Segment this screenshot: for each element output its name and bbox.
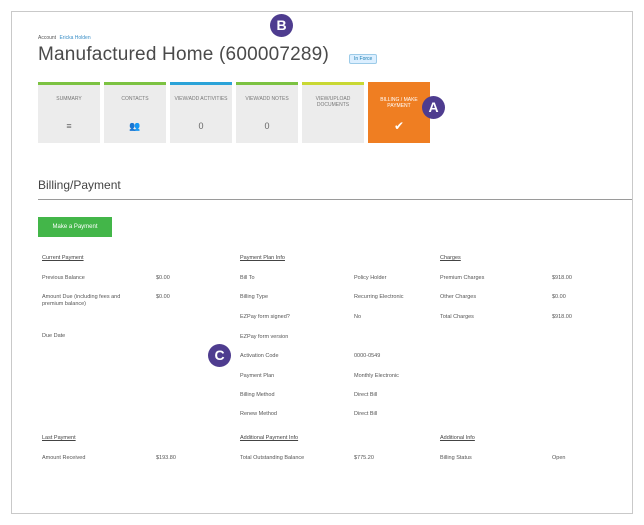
payment-plan-label: Renew Method	[240, 411, 277, 417]
payment-plan-label: Billing Type	[240, 294, 269, 300]
section-divider	[38, 199, 632, 200]
tile-documents-label: View/Upload Documents	[315, 96, 351, 108]
status-badge: In Force	[349, 54, 378, 64]
section-title: Billing/Payment	[38, 178, 121, 192]
tile-accent-bar	[368, 82, 430, 85]
tile-accent-bar	[302, 82, 364, 85]
payment-plan-label: EZPay form signed?	[240, 314, 290, 320]
charges-value: $918.00	[552, 275, 572, 281]
additional-payment-heading: Additional Payment Info	[240, 435, 299, 441]
current-payment-label: Due Date	[42, 333, 66, 339]
payment-plan-value: No	[354, 314, 362, 320]
callout-marker-a: A	[422, 96, 445, 119]
additional-payment-value: $775.20	[354, 455, 374, 461]
last-payment-value: $193.80	[156, 455, 176, 461]
tile-summary[interactable]: Summary ≡	[38, 82, 100, 143]
tile-contacts-label: Contacts	[121, 96, 149, 102]
current-payment-label: Previous Balance	[42, 275, 85, 281]
charges-label: Other Charges	[440, 294, 477, 300]
current-payment-label: Amount Due (including fees and premium b…	[42, 294, 121, 307]
tile-accent-bar	[104, 82, 166, 85]
tile-documents[interactable]: View/Upload Documents	[302, 82, 364, 143]
page-title: Manufactured Home (600007289)	[38, 44, 329, 65]
tile-summary-label: Summary	[56, 96, 82, 102]
payment-plan-value: Direct Bill	[354, 411, 378, 417]
charges-heading: Charges	[440, 255, 461, 261]
payment-plan-label: Activation Code	[240, 353, 279, 359]
tile-activities[interactable]: View/Add Activities 0	[170, 82, 232, 143]
charges-value: $918.00	[552, 314, 572, 320]
payment-plan-label: EZPay form version	[240, 334, 289, 340]
charges-label: Premium Charges	[440, 275, 485, 281]
payment-plan-label: Bill To	[240, 275, 255, 281]
tile-activities-label: View/Add Activities	[174, 96, 228, 102]
charges-label: Total Charges	[440, 314, 474, 320]
current-payment-value: $0.00	[156, 294, 170, 300]
breadcrumb-prefix: Account	[38, 35, 57, 41]
breadcrumb: Account Ericka Holden	[38, 35, 91, 41]
tile-billing-label: Billing / Make Payment	[380, 97, 418, 109]
make-payment-button[interactable]: Make a Payment	[38, 217, 112, 237]
last-payment-heading: Last Payment	[42, 435, 76, 441]
payment-plan-label: Billing Method	[240, 392, 275, 398]
list-icon: ≡	[66, 121, 72, 131]
tile-accent-bar	[170, 82, 232, 85]
tile-billing[interactable]: Billing / Make Payment ✔	[368, 82, 430, 143]
additional-payment-label: Total Outstanding Balance	[240, 455, 305, 461]
callout-marker-b: B	[270, 14, 293, 37]
tile-notes[interactable]: View/Add Notes 0	[236, 82, 298, 143]
payment-plan-value: Direct Bill	[354, 392, 378, 398]
additional-info-heading: Additional Info	[440, 435, 475, 441]
tile-accent-bar	[38, 82, 100, 85]
current-payment-heading: Current Payment	[42, 255, 84, 261]
current-payment-value: $0.00	[156, 275, 170, 281]
payment-plan-heading: Payment Plan Info	[240, 255, 285, 261]
callout-marker-c: C	[208, 344, 231, 367]
last-payment-label: Amount Received	[42, 455, 86, 461]
additional-info-value: Open	[552, 455, 566, 461]
tile-contacts[interactable]: Contacts 👥	[104, 82, 166, 143]
charges-value: $0.00	[552, 294, 566, 300]
checkmark-icon: ✔	[393, 119, 405, 133]
payment-plan-value: Policy Holder	[354, 275, 387, 281]
payment-plan-value: Recurring Electronic	[354, 294, 404, 300]
tile-accent-bar	[236, 82, 298, 85]
tile-notes-label: View/Add Notes	[245, 96, 289, 102]
people-icon: 👥	[129, 121, 141, 131]
payment-plan-value: 0000-0549	[354, 353, 381, 359]
breadcrumb-account-link[interactable]: Ericka Holden	[59, 35, 90, 41]
additional-info-label: Billing Status	[440, 455, 472, 461]
payment-plan-label: Payment Plan	[240, 373, 275, 379]
payment-plan-value: Monthly Electronic	[354, 373, 399, 379]
tile-notes-count: 0	[264, 121, 270, 131]
tile-activities-count: 0	[198, 121, 204, 131]
